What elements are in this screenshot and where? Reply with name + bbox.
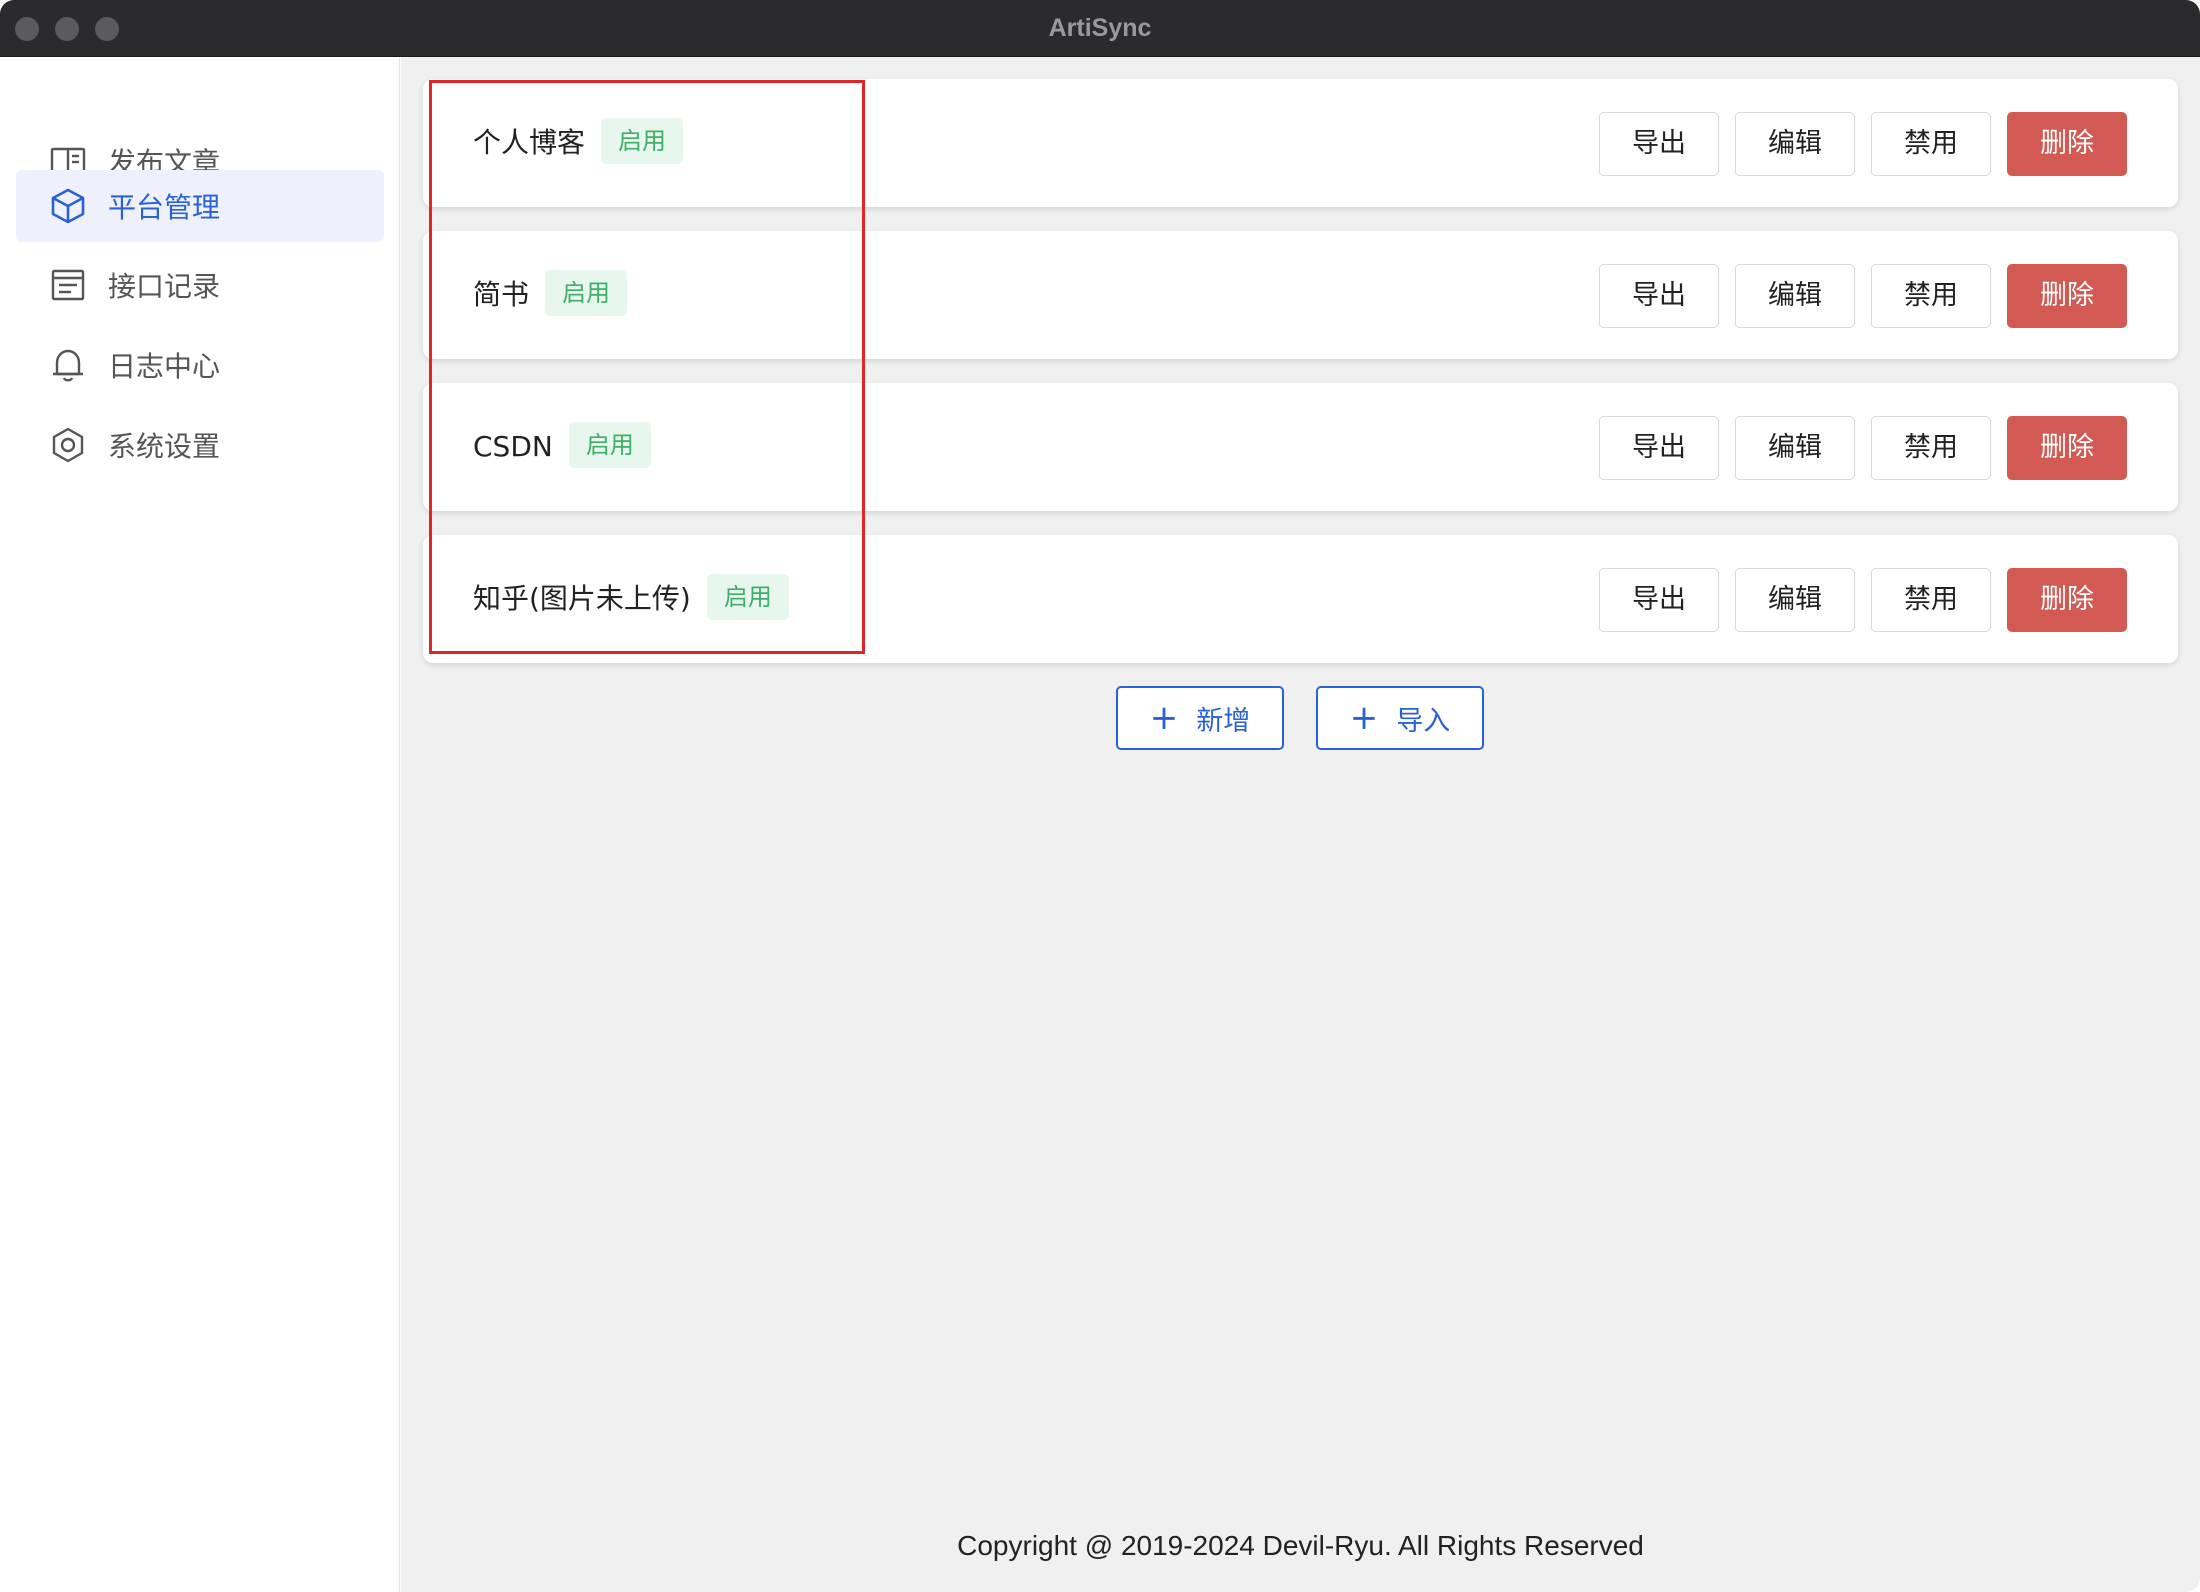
sidebar: 发布文章 平台管理 接口记录 日志中心 系统设置 <box>0 57 400 1592</box>
import-label: 导入 <box>1396 705 1451 737</box>
disable-button[interactable]: 禁用 <box>1871 112 1991 176</box>
delete-button[interactable]: 删除 <box>2007 112 2127 176</box>
footer-copyright: Copyright @ 2019-2024 Devil-Ryu. All Rig… <box>957 1530 1644 1561</box>
sidebar-item-label: 平台管理 <box>108 191 221 224</box>
sidebar-item-system-settings[interactable]: 系统设置 <box>16 409 384 481</box>
sidebar-item-label: 系统设置 <box>108 430 221 463</box>
edit-button[interactable]: 编辑 <box>1735 416 1855 480</box>
title-bar: ArtiSync <box>0 0 2200 57</box>
disable-button[interactable]: 禁用 <box>1871 416 1991 480</box>
edit-button[interactable]: 编辑 <box>1735 264 1855 328</box>
sidebar-item-label: 接口记录 <box>108 270 221 303</box>
document-list-icon <box>48 265 88 305</box>
app-window: ArtiSync 发布文章 平台管理 接口记录 日志中心 系统设置 个人博客 启… <box>0 0 2200 1592</box>
plus-icon: + <box>1349 698 1379 738</box>
hexagon-settings-icon <box>48 425 88 465</box>
export-button[interactable]: 导出 <box>1599 568 1719 632</box>
disable-button[interactable]: 禁用 <box>1871 264 1991 328</box>
window-title: ArtiSync <box>1048 14 1152 42</box>
highlight-box <box>429 80 865 654</box>
cube-icon <box>48 186 88 226</box>
disable-button[interactable]: 禁用 <box>1871 568 1991 632</box>
plus-icon: + <box>1149 698 1179 738</box>
sidebar-item-platform-management[interactable]: 平台管理 <box>16 170 384 242</box>
edit-button[interactable]: 编辑 <box>1735 112 1855 176</box>
delete-button[interactable]: 删除 <box>2007 416 2127 480</box>
edit-button[interactable]: 编辑 <box>1735 568 1855 632</box>
export-button[interactable]: 导出 <box>1599 264 1719 328</box>
export-button[interactable]: 导出 <box>1599 112 1719 176</box>
bell-icon <box>48 345 88 385</box>
sidebar-item-api-records[interactable]: 接口记录 <box>16 249 384 321</box>
export-button[interactable]: 导出 <box>1599 416 1719 480</box>
add-label: 新增 <box>1196 705 1251 737</box>
sidebar-item-log-center[interactable]: 日志中心 <box>16 329 384 401</box>
delete-button[interactable]: 删除 <box>2007 568 2127 632</box>
sidebar-item-label: 日志中心 <box>108 350 221 383</box>
delete-button[interactable]: 删除 <box>2007 264 2127 328</box>
add-platform-button[interactable]: + 新增 <box>1116 686 1284 750</box>
import-platform-button[interactable]: + 导入 <box>1316 686 1484 750</box>
